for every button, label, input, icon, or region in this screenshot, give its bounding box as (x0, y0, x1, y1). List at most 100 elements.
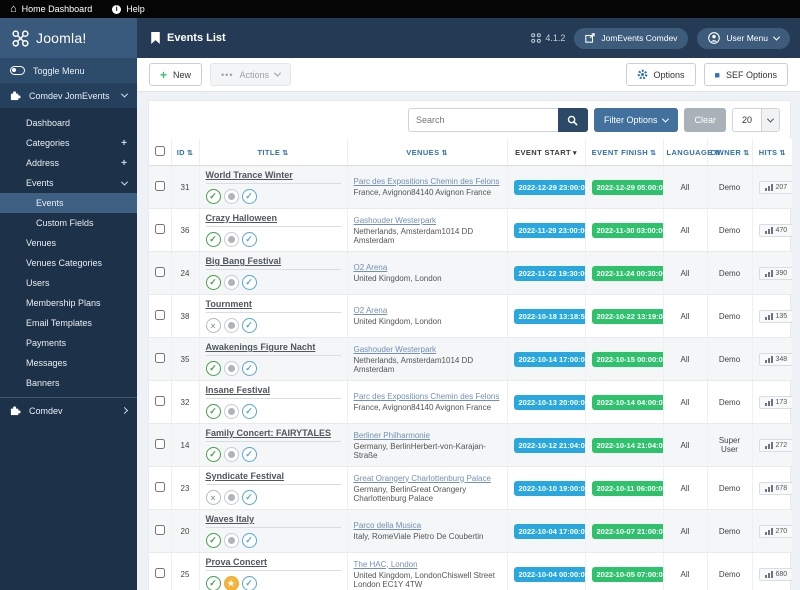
published-icon[interactable]: ✓ (205, 404, 221, 419)
search-input[interactable] (407, 108, 558, 132)
unfeatured-icon[interactable] (223, 404, 239, 419)
published-icon[interactable]: ✓ (205, 275, 221, 290)
unfeatured-icon[interactable] (223, 318, 239, 333)
venue-link[interactable]: The HAC, London (354, 560, 418, 569)
sidebar-item-custom-fields[interactable]: Custom Fields (0, 213, 137, 233)
row-checkbox[interactable] (155, 353, 165, 363)
row-checkbox[interactable] (155, 181, 165, 191)
unfeatured-icon[interactable] (223, 361, 239, 376)
column-header-event-finish[interactable]: EVENT FINISH ⇅ (585, 139, 664, 166)
approved-icon[interactable]: ✓ (241, 447, 257, 462)
sidebar-item-payments[interactable]: Payments (0, 333, 137, 353)
venue-link[interactable]: Parco della Musica (354, 521, 422, 530)
page-size-select[interactable]: 20 (731, 108, 780, 132)
row-checkbox[interactable] (155, 568, 165, 578)
venue-link[interactable]: Gashouder Westerpark (354, 216, 437, 225)
row-checkbox[interactable] (155, 224, 165, 234)
event-title-link[interactable]: Tournment (206, 299, 252, 309)
unfeatured-icon[interactable] (223, 189, 239, 204)
sef-options-button[interactable]: ■ SEF Options (703, 63, 788, 86)
sidebar-item-comdev-jomevents[interactable]: Comdev JomEvents (0, 83, 137, 108)
event-title-link[interactable]: Waves Italy (206, 514, 255, 524)
venue-link[interactable]: O2 Arena (354, 306, 388, 315)
published-icon[interactable]: ✓ (205, 447, 221, 462)
unfeatured-icon[interactable] (223, 490, 239, 505)
event-title-link[interactable]: Syndicate Festival (206, 471, 285, 481)
approved-icon[interactable]: ✓ (241, 404, 257, 419)
sidebar-item-venues-categories[interactable]: Venues Categories (0, 253, 137, 273)
event-title-link[interactable]: Awakenings Figure Nacht (206, 342, 316, 352)
published-icon[interactable]: ✓ (205, 189, 221, 204)
venue-link[interactable]: Parc des Expositions Chemin des Felons (354, 392, 500, 401)
search-button[interactable] (557, 108, 588, 132)
options-button[interactable]: Options (625, 63, 696, 86)
published-icon[interactable]: ✓ (205, 361, 221, 376)
unpublished-icon[interactable]: × (205, 490, 221, 505)
event-title-link[interactable]: Family Concert: FAIRYTALES (206, 428, 332, 438)
sidebar-item-banners[interactable]: Banners (0, 373, 137, 393)
unfeatured-icon[interactable] (223, 533, 239, 548)
approved-icon[interactable]: ✓ (241, 576, 257, 590)
column-header-language[interactable]: LANGUAGE⇅ (663, 139, 720, 166)
unfeatured-icon[interactable] (223, 232, 239, 247)
row-checkbox[interactable] (155, 482, 165, 492)
sidebar-item-events[interactable]: Events (0, 173, 137, 193)
row-checkbox[interactable] (155, 396, 165, 406)
published-icon[interactable]: ✓ (205, 533, 221, 548)
unfeatured-icon[interactable] (223, 275, 239, 290)
sidebar-item-messages[interactable]: Messages (0, 353, 137, 373)
toggle-menu-button[interactable]: Toggle Menu (0, 58, 137, 83)
published-icon[interactable]: ✓ (205, 232, 221, 247)
approved-icon[interactable]: ✓ (241, 232, 257, 247)
sidebar-item-comdev[interactable]: Comdev (0, 397, 137, 423)
select-all-checkbox[interactable] (154, 146, 165, 156)
component-menu-button[interactable]: JomEvents Comdev (574, 27, 689, 49)
column-header-venues[interactable]: VENUES ⇅ (347, 139, 508, 166)
event-title-link[interactable]: Prova Concert (206, 557, 268, 567)
column-header-hits[interactable]: HITS ⇅ (752, 139, 792, 166)
home-dashboard-link[interactable]: ⌂ Home Dashboard (10, 3, 92, 15)
joomla-logo[interactable]: Joomla! (0, 18, 137, 58)
sidebar-item-venues[interactable]: Venues (0, 233, 137, 253)
user-menu-button[interactable]: User Menu (697, 27, 790, 49)
filter-options-button[interactable]: Filter Options (593, 108, 679, 132)
approved-icon[interactable]: ✓ (241, 361, 257, 376)
column-header-event-start[interactable]: EVENT START ▾ (507, 139, 586, 166)
actions-dropdown-button[interactable]: ••• Actions (210, 63, 291, 86)
featured-icon[interactable]: ★ (223, 576, 239, 590)
venue-link[interactable]: Great Orangery Charlottenburg Palace (354, 474, 491, 483)
column-header-id[interactable]: ID ⇅ (171, 139, 200, 166)
unfeatured-icon[interactable] (223, 447, 239, 462)
sidebar-item-events[interactable]: Events (0, 193, 137, 213)
clear-button[interactable]: Clear (684, 108, 726, 132)
column-header-title[interactable]: TITLE ⇅ (199, 139, 348, 166)
sidebar-item-membership-plans[interactable]: Membership Plans (0, 293, 137, 313)
venue-link[interactable]: O2 Arena (354, 263, 388, 272)
row-checkbox[interactable] (155, 310, 165, 320)
event-title-link[interactable]: World Trance Winter (206, 170, 293, 180)
row-checkbox[interactable] (155, 525, 165, 535)
help-link[interactable]: i Help (112, 4, 145, 14)
sidebar-item-address[interactable]: Address + (0, 153, 137, 173)
sidebar-item-email-templates[interactable]: Email Templates (0, 313, 137, 333)
sidebar-item-users[interactable]: Users (0, 273, 137, 293)
approved-icon[interactable]: ✓ (241, 318, 257, 333)
venue-link[interactable]: Parc des Expositions Chemin des Felons (354, 177, 500, 186)
approved-icon[interactable]: ✓ (241, 533, 257, 548)
event-title-link[interactable]: Big Bang Festival (206, 256, 282, 266)
row-checkbox[interactable] (155, 267, 165, 277)
approved-icon[interactable]: ✓ (241, 275, 257, 290)
row-checkbox[interactable] (155, 439, 165, 449)
column-header-owner[interactable]: OWNER ⇅ (707, 139, 753, 166)
unpublished-icon[interactable]: × (205, 318, 221, 333)
venue-link[interactable]: Berliner Philharmonie (354, 431, 430, 440)
event-title-link[interactable]: Crazy Halloween (206, 213, 278, 223)
published-icon[interactable]: ✓ (205, 576, 221, 590)
sidebar-item-dashboard[interactable]: Dashboard (0, 113, 137, 133)
new-button[interactable]: + New (149, 63, 203, 86)
venue-link[interactable]: Gashouder Westerpark (354, 345, 437, 354)
approved-icon[interactable]: ✓ (241, 490, 257, 505)
sidebar-item-categories[interactable]: Categories + (0, 133, 137, 153)
approved-icon[interactable]: ✓ (241, 189, 257, 204)
event-title-link[interactable]: Insane Festival (206, 385, 271, 395)
